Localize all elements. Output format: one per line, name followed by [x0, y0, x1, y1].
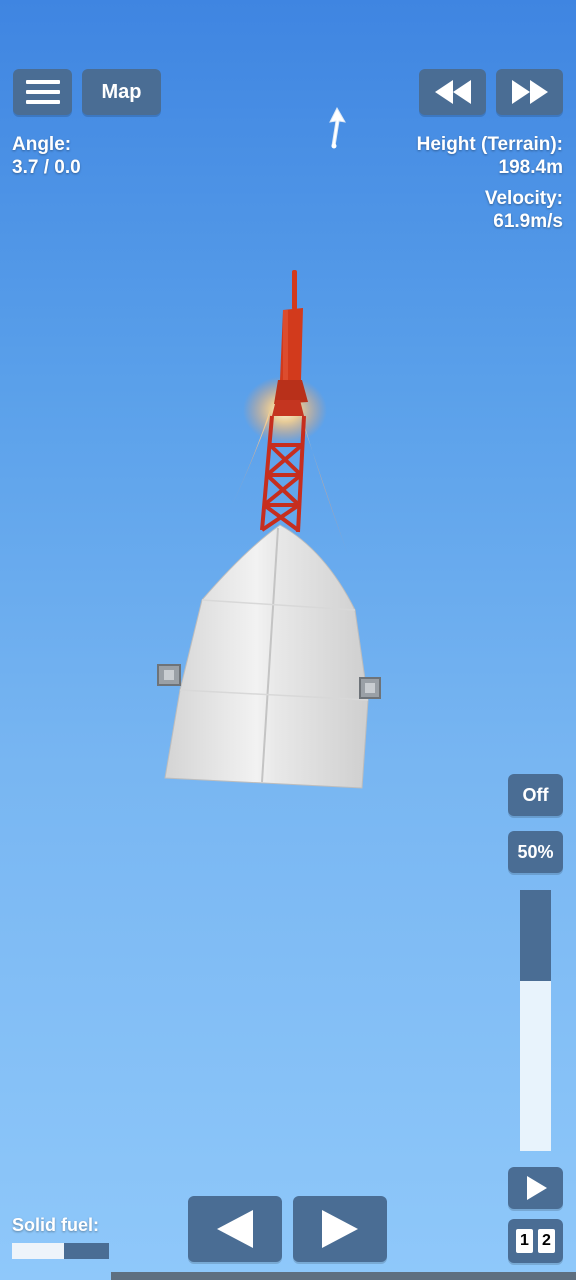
- play-icon: [525, 1176, 547, 1200]
- stage-1-badge: 1: [516, 1229, 533, 1253]
- solid-fuel-bar-fill: [12, 1243, 65, 1259]
- angle-value: 3.7 / 0.0: [12, 157, 81, 178]
- rocket[interactable]: [150, 260, 390, 800]
- throttle-slider-top: [520, 890, 551, 981]
- off-toggle-label: Off: [522, 784, 549, 805]
- right-arrow-icon: [320, 1210, 360, 1248]
- menu-button[interactable]: [13, 69, 72, 115]
- stage-2-badge: 2: [538, 1229, 555, 1253]
- stage-button[interactable]: [508, 1167, 563, 1209]
- height-value: 198.4m: [498, 157, 563, 178]
- velocity-label: Velocity:: [484, 188, 563, 209]
- stage-selector[interactable]: 1 2: [508, 1219, 563, 1263]
- throttle-slider[interactable]: [520, 890, 551, 1151]
- up-arrow-icon: [324, 106, 348, 152]
- hamburger-icon: [25, 79, 60, 105]
- fast-forward-button[interactable]: [496, 69, 563, 115]
- solid-fuel-bar: [12, 1243, 109, 1259]
- map-button-label: Map: [101, 80, 142, 103]
- left-arrow-icon: [215, 1210, 255, 1248]
- throttle-percent-label: 50%: [517, 841, 554, 862]
- throttle-percent-button[interactable]: 50%: [508, 831, 563, 873]
- velocity-value: 61.9m/s: [493, 211, 563, 232]
- angle-label: Angle:: [12, 134, 72, 155]
- solid-fuel-label: Solid fuel:: [12, 1215, 99, 1235]
- rotate-right-button[interactable]: [293, 1196, 387, 1262]
- rewind-icon: [433, 80, 473, 104]
- rewind-button[interactable]: [419, 69, 486, 115]
- height-label: Height (Terrain):: [416, 134, 563, 155]
- off-toggle-button[interactable]: Off: [508, 774, 563, 816]
- rotate-left-button[interactable]: [188, 1196, 282, 1262]
- fast-forward-icon: [510, 80, 550, 104]
- map-button[interactable]: Map: [82, 69, 161, 115]
- bottom-strip: [111, 1272, 576, 1280]
